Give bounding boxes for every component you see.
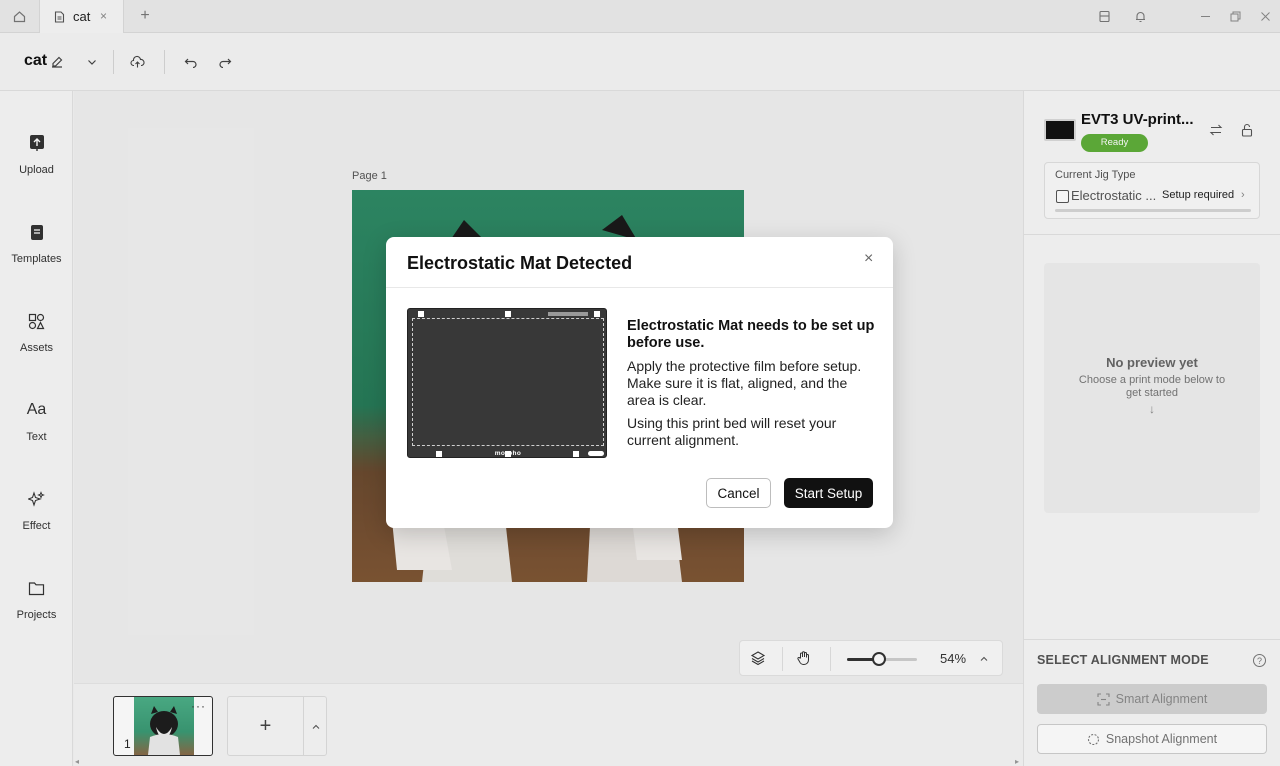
dialog-close-button[interactable]: × [864,250,873,268]
mat-handle [588,451,604,456]
mat-marker [594,311,600,317]
dialog-heading: Electrostatic Mat needs to be set up bef… [627,318,875,351]
mat-label-strip [548,312,588,316]
start-setup-button[interactable]: Start Setup [784,478,873,508]
mat-marker [418,311,424,317]
mat-marker [573,451,579,457]
mat-print-area [412,318,604,446]
dialog-warning: Using this print bed will reset your cur… [627,415,837,448]
electrostatic-mat-dialog: Electrostatic Mat Detected × morpho Elec… [386,237,893,528]
dialog-divider [386,287,893,288]
mat-marker [436,451,442,457]
mat-brand-logo: morpho [494,450,522,457]
cancel-button[interactable]: Cancel [706,478,771,508]
mat-marker [505,311,511,317]
electrostatic-mat-illustration: morpho [407,308,607,458]
dialog-title: Electrostatic Mat Detected [407,253,633,273]
dialog-instructions: Apply the protective film before setup. … [627,358,862,408]
